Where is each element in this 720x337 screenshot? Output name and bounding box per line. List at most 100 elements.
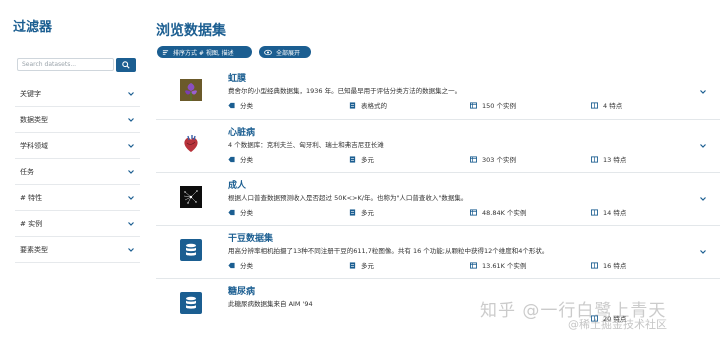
heart-image [180, 133, 202, 155]
filter-label: 任务 [20, 167, 34, 176]
task-icon [228, 156, 235, 162]
database-icon [180, 292, 202, 314]
columns-icon [591, 101, 598, 109]
dataset-description: 此糖尿病数据集来自 AIM '94 [228, 300, 313, 308]
document-icon [349, 261, 356, 269]
task-icon [228, 102, 235, 108]
columns-icon [591, 208, 598, 216]
meta-instances: 150 个实例 [470, 100, 516, 110]
meta-type-label: 多元 [361, 156, 374, 164]
sort-button[interactable]: 排序方式 # 视图, 描述 [157, 46, 252, 58]
chevron-down-icon [128, 143, 134, 148]
filter-num-features[interactable]: # 特性 [15, 185, 140, 211]
dataset-row[interactable]: 成人 根据人口普查数据预测收入是否超过 50K<>K/年。也称为"人口普查收入"… [156, 172, 720, 225]
dataset-description: 用高分辨率相机拍摄了13种不同注册干豆的611,7粒图像。共有 16 个功能;从… [228, 247, 549, 255]
meta-task-label: 分类 [240, 102, 253, 110]
search-button[interactable] [116, 58, 136, 72]
filter-title: 过滤器 [13, 20, 53, 35]
meta-type-label: 多元 [361, 262, 374, 270]
dataset-description: 费舍尔的小型经典数据集，1936 年。已知最早用于评估分类方法的数据集之一。 [228, 87, 462, 95]
chevron-down-icon[interactable] [699, 88, 707, 96]
table-icon [470, 101, 477, 109]
dataset-name[interactable]: 心脏病 [228, 125, 255, 138]
document-icon [349, 155, 356, 163]
dataset-row[interactable]: 干豆数据集 用高分辨率相机拍摄了13种不同注册干豆的611,7粒图像。共有 16… [156, 225, 720, 278]
filter-sidebar: 过滤器 关键字 数据类型 学科领域 任务 # 特性 # 实例 [0, 0, 148, 337]
chevron-down-icon [128, 247, 134, 252]
meta-task: 分类 [228, 154, 253, 164]
table-icon [470, 261, 477, 269]
dataset-description: 4 个数据库：克利夫兰、匈牙利、瑞士和弗吉尼亚长滩 [228, 141, 384, 149]
filter-list: 关键字 数据类型 学科领域 任务 # 特性 # 实例 要素类型 [15, 81, 140, 263]
meta-instances: 48.84K 个实例 [470, 207, 526, 217]
dataset-description: 根据人口普查数据预测收入是否超过 50K<>K/年。也称为"人口普查收入"数据集… [228, 194, 468, 202]
filter-label: 学科领域 [20, 141, 48, 150]
meta-features: 14 特点 [591, 207, 626, 217]
chevron-down-icon [128, 91, 134, 96]
meta-type-label: 表格式的 [361, 102, 387, 110]
meta-instances: 13.61K 个实例 [470, 260, 526, 270]
filter-task[interactable]: 任务 [15, 159, 140, 185]
dataset-name[interactable]: 成人 [228, 178, 246, 191]
document-icon [349, 208, 356, 216]
dataset-name[interactable]: 干豆数据集 [228, 231, 273, 244]
document-icon [349, 101, 356, 109]
meta-features: 16 特点 [591, 260, 626, 270]
meta-instances-label: 13.61K 个实例 [482, 262, 527, 270]
watermark-juejin: @稀土掘金技术社区 [568, 318, 667, 331]
filter-feature-type[interactable]: 要素类型 [15, 237, 140, 263]
meta-features-label: 13 特点 [603, 156, 627, 164]
database-icon [180, 239, 202, 261]
census-image [180, 186, 202, 208]
expand-all-label: 全部展开 [276, 49, 301, 57]
dataset-list: 虹膜 费舍尔的小型经典数据集，1936 年。已知最早用于评估分类方法的数据集之一… [156, 66, 720, 331]
search-icon [122, 61, 130, 69]
filter-label: # 特性 [20, 193, 43, 202]
chevron-down-icon [128, 221, 134, 226]
sort-icon [162, 49, 169, 55]
dataset-row[interactable]: 心脏病 4 个数据库：克利夫兰、匈牙利、瑞士和弗吉尼亚长滩 分类 多元 303 … [156, 119, 720, 172]
filter-data-type[interactable]: 数据类型 [15, 107, 140, 133]
columns-icon [591, 155, 598, 163]
meta-features: 4 特点 [591, 100, 622, 110]
meta-task-label: 分类 [240, 262, 253, 270]
task-icon [228, 209, 235, 215]
chevron-down-icon [128, 195, 134, 200]
meta-task-label: 分类 [240, 156, 253, 164]
meta-type: 表格式的 [349, 100, 387, 110]
meta-type: 多元 [349, 260, 374, 270]
chevron-down-icon[interactable] [699, 142, 707, 150]
columns-icon [591, 261, 598, 269]
dataset-name[interactable]: 虹膜 [228, 71, 246, 84]
search-input[interactable] [17, 58, 114, 71]
meta-task: 分类 [228, 207, 253, 217]
chevron-down-icon[interactable] [699, 195, 707, 203]
chevron-down-icon[interactable] [699, 248, 707, 256]
dataset-name[interactable]: 糖尿病 [228, 284, 255, 297]
filter-keyword[interactable]: 关键字 [15, 81, 140, 107]
iris-flower-image [180, 79, 202, 101]
chevron-down-icon [128, 169, 134, 174]
meta-type: 多元 [349, 154, 374, 164]
expand-all-button[interactable]: 全部展开 [259, 46, 311, 58]
meta-instances-label: 48.84K 个实例 [482, 209, 527, 217]
table-icon [470, 155, 477, 163]
meta-instances-label: 150 个实例 [482, 102, 516, 110]
filter-label: 关键字 [20, 89, 41, 98]
filter-subject-area[interactable]: 学科领域 [15, 133, 140, 159]
meta-instances: 303 个实例 [470, 154, 516, 164]
filter-label: 数据类型 [20, 115, 48, 124]
meta-task-label: 分类 [240, 209, 253, 217]
dataset-row[interactable]: 虹膜 费舍尔的小型经典数据集，1936 年。已知最早用于评估分类方法的数据集之一… [156, 66, 720, 119]
filter-label: # 实例 [20, 219, 43, 228]
meta-features-label: 16 特点 [603, 262, 627, 270]
meta-instances-label: 303 个实例 [482, 156, 516, 164]
task-icon [228, 262, 235, 268]
meta-features-label: 14 特点 [603, 209, 627, 217]
meta-task: 分类 [228, 260, 253, 270]
table-icon [470, 208, 477, 216]
meta-type: 多元 [349, 207, 374, 217]
meta-type-label: 多元 [361, 209, 374, 217]
eye-icon [264, 49, 272, 55]
filter-num-instances[interactable]: # 实例 [15, 211, 140, 237]
